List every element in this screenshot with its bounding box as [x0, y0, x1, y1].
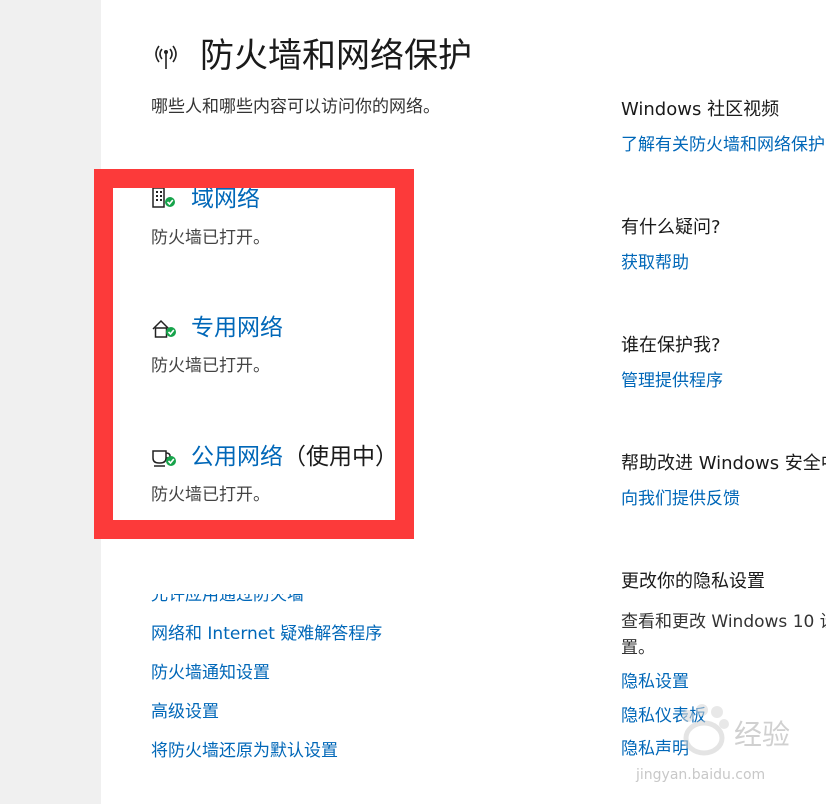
domain-network-status: 防火墙已打开。 [151, 228, 270, 248]
privacy-heading: 更改你的隐私设置 [621, 571, 765, 592]
advanced-settings-link[interactable]: 高级设置 [151, 700, 219, 724]
privacy-settings-link[interactable]: 隐私设置 [621, 670, 689, 694]
domain-network-name: 域网络 [191, 186, 260, 212]
who-protects-heading: 谁在保护我? [621, 335, 721, 356]
community-videos-heading: Windows 社区视频 [621, 99, 780, 120]
page-subtitle: 哪些人和哪些内容可以访问你的网络。 [151, 97, 440, 117]
public-network-status: 防火墙已打开。 [151, 485, 270, 505]
firewall-notification-settings-link[interactable]: 防火墙通知设置 [151, 661, 270, 685]
watermark-url: jingyan.baidu.com [636, 767, 766, 783]
private-network-status: 防火墙已打开。 [151, 356, 270, 376]
domain-network-link[interactable]: 域网络 [191, 184, 260, 214]
public-network-link[interactable]: 公用网络（使用中） [191, 442, 398, 472]
domain-network-icon [152, 187, 175, 208]
give-feedback-link[interactable]: 向我们提供反馈 [621, 487, 740, 511]
watermark-brand: 经验 [734, 718, 791, 751]
public-network-in-use: （使用中） [283, 444, 398, 470]
allow-app-through-firewall-link[interactable]: 允许应用通过防火墙 [151, 594, 304, 607]
antenna-icon [155, 45, 177, 69]
question-heading: 有什么疑问? [621, 217, 721, 238]
private-network-icon [152, 319, 176, 338]
troubleshooter-link[interactable]: 网络和 Internet 疑难解答程序 [151, 622, 382, 646]
privacy-description: 查看和更改 Windows 10 设置。 [621, 612, 826, 658]
manage-providers-link[interactable]: 管理提供程序 [621, 369, 723, 393]
community-videos-link[interactable]: 了解有关防火墙和网络保护 [621, 133, 825, 157]
left-nav-strip [0, 0, 101, 804]
public-network-name: 公用网络 [191, 444, 283, 470]
restore-defaults-link[interactable]: 将防火墙还原为默认设置 [151, 739, 338, 763]
improve-heading: 帮助改进 Windows 安全中 [621, 453, 826, 474]
get-help-link[interactable]: 获取帮助 [621, 251, 689, 275]
public-network-icon [152, 450, 176, 467]
private-network-name: 专用网络 [191, 315, 283, 341]
private-network-link[interactable]: 专用网络 [191, 313, 283, 343]
page-title: 防火墙和网络保护 [200, 36, 472, 76]
